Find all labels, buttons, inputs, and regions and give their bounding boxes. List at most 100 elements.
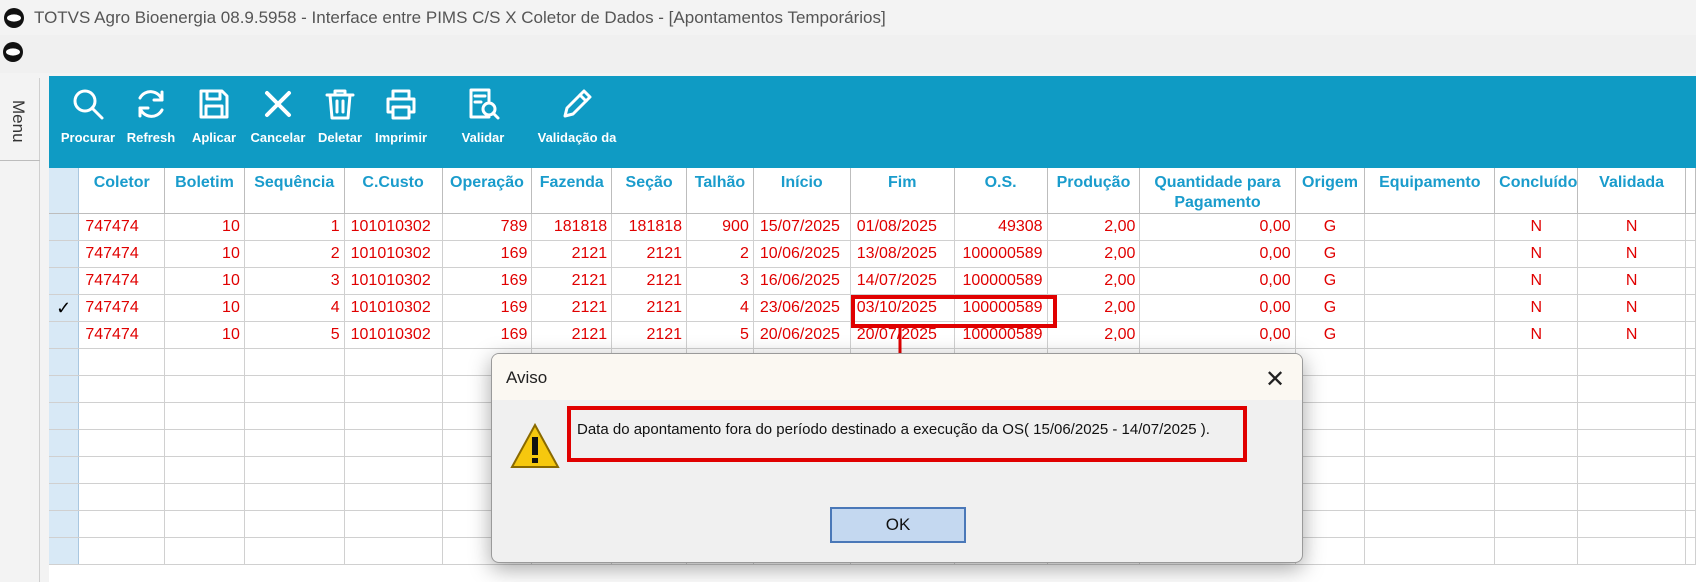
table-cell[interactable]: [344, 402, 443, 430]
table-cell[interactable]: 2,00: [1047, 240, 1141, 268]
row-indicator[interactable]: [49, 402, 80, 430]
table-cell[interactable]: [1364, 321, 1496, 349]
row-indicator[interactable]: ✓: [49, 294, 80, 322]
table-cell[interactable]: [344, 348, 443, 376]
table-cell[interactable]: [164, 456, 245, 484]
table-cell[interactable]: 169: [442, 321, 533, 349]
table-cell[interactable]: [244, 429, 345, 457]
column-header[interactable]: Produção: [1047, 168, 1141, 214]
table-cell[interactable]: [1364, 510, 1496, 538]
table-cell[interactable]: [244, 537, 345, 565]
table-cell[interactable]: [1295, 510, 1366, 538]
table-cell[interactable]: 2121: [611, 294, 688, 322]
row-indicator[interactable]: [49, 375, 80, 403]
column-header[interactable]: Sequência: [244, 168, 345, 214]
column-header[interactable]: Boletim: [164, 168, 245, 214]
table-cell[interactable]: 15/07/2025: [753, 213, 851, 241]
table-cell[interactable]: [1295, 429, 1366, 457]
table-cell[interactable]: 4: [244, 294, 345, 322]
table-cell[interactable]: [1295, 375, 1366, 403]
table-cell[interactable]: N: [1577, 321, 1686, 349]
column-header[interactable]: Seção: [611, 168, 688, 214]
table-cell[interactable]: [164, 348, 245, 376]
table-cell[interactable]: [78, 429, 166, 457]
table-cell[interactable]: [78, 375, 166, 403]
table-cell[interactable]: [1364, 429, 1496, 457]
table-cell[interactable]: 101010302: [344, 321, 443, 349]
table-cell[interactable]: 747474: [78, 294, 166, 322]
table-cell[interactable]: 23/06/2025: [753, 294, 851, 322]
column-header[interactable]: C.Custo: [344, 168, 443, 214]
table-cell[interactable]: N: [1577, 267, 1686, 295]
validate-button[interactable]: Validar: [448, 76, 518, 145]
table-cell[interactable]: 900: [686, 213, 754, 241]
table-cell[interactable]: 4: [686, 294, 754, 322]
table-cell[interactable]: 747474: [78, 267, 166, 295]
table-cell[interactable]: 0,00: [1139, 321, 1296, 349]
table-cell[interactable]: 3: [244, 267, 345, 295]
table-cell[interactable]: 2121: [611, 321, 688, 349]
table-cell[interactable]: 2121: [531, 294, 613, 322]
table-cell[interactable]: [164, 375, 245, 403]
table-cell[interactable]: [1364, 294, 1496, 322]
table-cell[interactable]: 3: [686, 267, 754, 295]
table-cell[interactable]: [1295, 537, 1366, 565]
table-cell[interactable]: 0,00: [1139, 213, 1296, 241]
table-cell[interactable]: [344, 537, 443, 565]
table-cell[interactable]: 181818: [611, 213, 688, 241]
table-cell[interactable]: 14/07/2025: [850, 267, 955, 295]
table-cell[interactable]: [244, 483, 345, 511]
table-cell[interactable]: 10/06/2025: [753, 240, 851, 268]
table-cell[interactable]: 5: [686, 321, 754, 349]
table-cell[interactable]: [78, 537, 166, 565]
table-cell[interactable]: [1494, 375, 1579, 403]
table-cell[interactable]: 01/08/2025: [850, 213, 955, 241]
table-cell[interactable]: [1364, 348, 1496, 376]
table-cell[interactable]: 10: [164, 240, 245, 268]
cancel-button[interactable]: Cancelar: [246, 76, 310, 145]
row-indicator[interactable]: [49, 429, 80, 457]
menu-toggle[interactable]: Menu: [8, 100, 28, 143]
table-cell[interactable]: [78, 510, 166, 538]
table-cell[interactable]: [1577, 537, 1686, 565]
table-cell[interactable]: N: [1494, 213, 1579, 241]
table-cell[interactable]: [344, 429, 443, 457]
table-cell[interactable]: N: [1494, 321, 1579, 349]
table-cell[interactable]: 789: [442, 213, 533, 241]
table-cell[interactable]: N: [1494, 267, 1579, 295]
table-cell[interactable]: [244, 375, 345, 403]
table-cell[interactable]: 2,00: [1047, 321, 1141, 349]
table-cell[interactable]: [1577, 402, 1686, 430]
table-cell[interactable]: 169: [442, 240, 533, 268]
table-cell[interactable]: [244, 348, 345, 376]
table-cell[interactable]: G: [1295, 321, 1366, 349]
table-cell[interactable]: [1577, 348, 1686, 376]
table-cell[interactable]: 1: [244, 213, 345, 241]
table-cell[interactable]: 13/08/2025: [850, 240, 955, 268]
table-cell[interactable]: [1364, 375, 1496, 403]
table-row[interactable]: 747474 10 3 101010302 169 2121 2121 3 16/06/2025…: [49, 267, 1696, 295]
apply-button[interactable]: Aplicar: [184, 76, 244, 145]
search-button[interactable]: Procurar: [58, 76, 118, 145]
column-header[interactable]: Operação: [442, 168, 533, 214]
table-cell[interactable]: [1577, 483, 1686, 511]
totvs-small-logo-icon[interactable]: [2, 41, 24, 63]
column-header[interactable]: Quantidade para Pagamento: [1139, 168, 1296, 214]
dialog-close-button[interactable]: ✕: [1260, 364, 1290, 394]
table-cell[interactable]: [344, 483, 443, 511]
print-button[interactable]: Imprimir: [370, 76, 432, 145]
table-cell[interactable]: [78, 456, 166, 484]
table-cell[interactable]: 2121: [531, 321, 613, 349]
table-cell[interactable]: G: [1295, 213, 1366, 241]
column-header[interactable]: Equipamento: [1364, 168, 1496, 214]
table-cell[interactable]: [1364, 456, 1496, 484]
column-header[interactable]: Início: [753, 168, 851, 214]
table-cell[interactable]: [78, 402, 166, 430]
table-cell[interactable]: 100000589: [954, 267, 1048, 295]
table-cell[interactable]: [244, 402, 345, 430]
validation-button[interactable]: Validação da: [530, 76, 624, 145]
table-cell[interactable]: 0,00: [1139, 267, 1296, 295]
table-cell[interactable]: G: [1295, 294, 1366, 322]
table-cell[interactable]: 10: [164, 294, 245, 322]
refresh-button[interactable]: Refresh: [122, 76, 180, 145]
